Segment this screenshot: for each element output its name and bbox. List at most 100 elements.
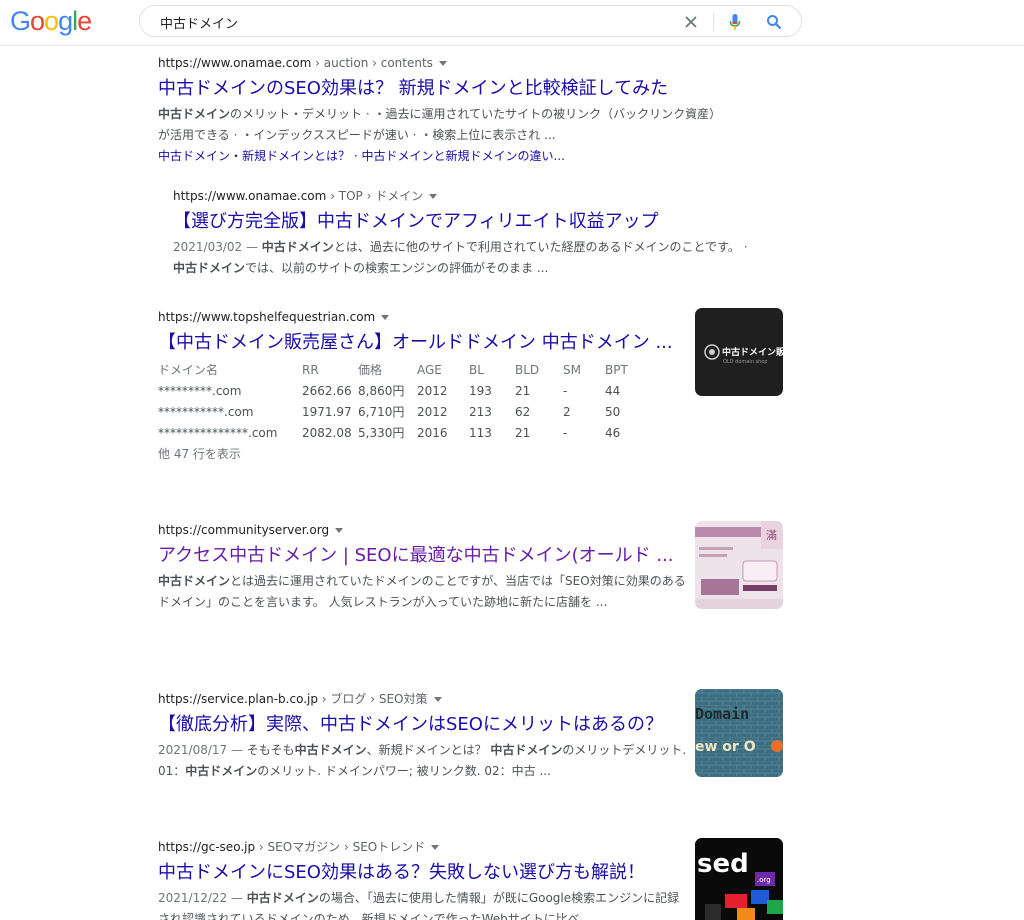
close-icon[interactable] (681, 12, 701, 32)
thumbnail-label: 滿 (766, 529, 777, 542)
table-cell: 8,860円 (358, 384, 405, 398)
snippet-keyword: 中古ドメイン (158, 107, 231, 121)
table-cell: 62 (515, 404, 531, 419)
result-title[interactable]: 【中古ドメイン販売屋さん】オールドドメイン 中古ドメイン ... (158, 330, 688, 356)
top-bar: Google 中古ドメイン (0, 0, 1024, 46)
result-url[interactable]: https://www.onamae.com › TOP › ドメイン (173, 187, 753, 205)
result-title[interactable]: 中古ドメインにSEO効果はある？失敗しない選び方も解説！ (158, 860, 688, 886)
table-cell: 21 (515, 425, 531, 440)
table-header: 価格 (358, 363, 383, 377)
table-cell: - (563, 425, 568, 440)
result-thumbnail[interactable]: sed .org (695, 838, 783, 920)
snippet-keyword: 中古ドメイン (185, 764, 258, 778)
snippet-text: のメリット. ドメインパワー; 被リンク数. 02：中古 ... (257, 764, 551, 778)
search-result: https://www.onamae.com › auction › conte… (158, 54, 728, 167)
table-header: BPT (605, 362, 628, 377)
result-url[interactable]: https://gc-seo.jp › SEOマガジン › SEOトレンド (158, 838, 688, 856)
result-sitelinks[interactable]: 中古ドメイン・新規ドメインとは？ · 中古ドメインと新規ドメインの違い... (158, 146, 728, 167)
result-thumbnail[interactable]: 中古ドメイン販売 OLD domain shop (695, 308, 783, 396)
table-cell: *********.com (158, 383, 242, 398)
result-thumbnail[interactable]: 滿 (695, 521, 783, 609)
chevron-down-icon[interactable] (431, 845, 440, 850)
table-row: *********.com 2662.66 8,860円 2012 193 21 - 44 (158, 380, 645, 401)
table-header: BL (469, 362, 484, 377)
snippet-keyword: 中古ドメイン (173, 261, 246, 275)
microphone-icon[interactable] (725, 12, 745, 32)
result-snippet: 2021/03/02 — 中古ドメインとは、過去に他のサイトで利用されていた経歴… (173, 237, 753, 279)
table-cell: 5,330円 (358, 426, 405, 440)
snippet-keyword: 中古ドメイン (246, 891, 319, 905)
url-domain: https://service.plan-b.co.jp (158, 692, 318, 706)
result-thumbnail[interactable]: Domain ew or O (695, 689, 783, 777)
url-breadcrumb: › ブログ › SEO対策 (317, 692, 428, 706)
search-box[interactable]: 中古ドメイン (139, 5, 802, 37)
logo-letter: o (44, 6, 59, 36)
table-cell: 113 (469, 425, 492, 440)
table-cell: 213 (469, 404, 492, 419)
snippet-keyword: 中古ドメイン (261, 240, 334, 254)
table-cell: 44 (605, 383, 621, 398)
thumbnail-label: 中古ドメイン販売 (722, 346, 783, 358)
chevron-down-icon[interactable] (433, 697, 442, 702)
result-url[interactable]: https://www.topshelfequestrian.com (158, 308, 688, 326)
table-cell: 2 (563, 404, 571, 419)
table-cell: 21 (515, 383, 531, 398)
table-cell: 1971.97 (302, 404, 352, 419)
url-breadcrumb: › TOP › ドメイン (326, 189, 424, 203)
chevron-down-icon[interactable] (429, 194, 438, 199)
logo-letter: e (77, 6, 92, 36)
result-url[interactable]: https://service.plan-b.co.jp › ブログ › SEO… (158, 690, 688, 708)
url-breadcrumb: › auction › contents (311, 56, 433, 70)
result-title[interactable]: 【徹底分析】実際、中古ドメインはSEOにメリットはあるの？ (158, 712, 688, 738)
chevron-down-icon[interactable] (438, 61, 447, 66)
table-header: AGE (417, 362, 442, 377)
result-date: 2021/12/22 — (158, 891, 247, 905)
result-url[interactable]: https://communityserver.org (158, 521, 688, 539)
more-rows-link[interactable]: 他 47 行を表示 (158, 444, 688, 465)
table-header: BLD (515, 362, 540, 377)
snippet-text: のメリット・デメリット · ・過去に運用されていたサイトの被リンク（バックリンク… (158, 107, 722, 142)
table-cell: - (563, 383, 568, 398)
table-row: ***********.com 1971.97 6,710円 2012 213 62 2 50 (158, 401, 645, 422)
url-domain: https://gc-seo.jp (158, 840, 256, 854)
table-header-row: ドメイン名 RR 価格 AGE BL BLD SM BPT (158, 359, 645, 380)
table-cell: 50 (605, 404, 621, 419)
google-logo[interactable]: Google (10, 6, 92, 37)
result-snippet: 中古ドメインのメリット・デメリット · ・過去に運用されていたサイトの被リンク（… (158, 104, 728, 146)
result-title[interactable]: 中古ドメインのSEO効果は？ 新規ドメインと比較検証してみた (158, 76, 728, 102)
table-cell: 46 (605, 425, 621, 440)
table-cell: 2016 (417, 425, 448, 440)
snippet-keyword: 中古ドメイン (294, 743, 367, 757)
chevron-down-icon[interactable] (381, 315, 390, 320)
search-icon[interactable] (764, 12, 784, 32)
result-date: 2021/03/02 — (173, 240, 262, 254)
result-date: 2021/08/17 — (158, 743, 247, 757)
result-data-table: ドメイン名 RR 価格 AGE BL BLD SM BPT *********.… (158, 359, 645, 443)
search-divider (713, 13, 714, 31)
url-breadcrumb: › SEOマガジン › SEOトレンド (255, 840, 426, 854)
result-snippet: 2021/08/17 — そもそも中古ドメイン、新規ドメインとは？ 中古ドメイン… (158, 740, 688, 782)
table-row: ***************.com 2082.08 5,330円 2016 113 2… (158, 422, 645, 443)
table-header: RR (302, 362, 319, 377)
search-input[interactable]: 中古ドメイン (160, 13, 238, 32)
table-cell: 2662.66 (302, 383, 352, 398)
result-url[interactable]: https://www.onamae.com › auction › conte… (158, 54, 728, 72)
result-title[interactable]: アクセス中古ドメイン | SEOに最適な中古ドメイン(オールド ... (158, 543, 688, 569)
logo-letter: g (58, 6, 73, 36)
table-cell: 2082.08 (302, 425, 352, 440)
table-header: SM (563, 362, 581, 377)
snippet-keyword: 中古ドメイン (490, 743, 563, 757)
table-cell: 2012 (417, 404, 448, 419)
snippet-keyword: 中古ドメイン (158, 574, 231, 588)
search-result: https://gc-seo.jp › SEOマガジン › SEOトレンド 中古… (158, 838, 688, 920)
url-domain: https://www.topshelfequestrian.com (158, 310, 376, 324)
url-domain: https://www.onamae.com (173, 189, 327, 203)
result-title[interactable]: 【選び方完全版】中古ドメインでアフィリエイト収益アップ (173, 209, 753, 235)
snippet-text: 、新規ドメインとは？ (366, 743, 491, 757)
chevron-down-icon[interactable] (335, 528, 344, 533)
table-cell: ***********.com (158, 404, 254, 419)
thumbnail-sub: ew or O (695, 739, 756, 755)
table-cell: ***************.com (158, 425, 278, 440)
search-result: https://www.onamae.com › TOP › ドメイン 【選び方… (173, 187, 753, 279)
table-header: ドメイン名 (158, 363, 219, 377)
